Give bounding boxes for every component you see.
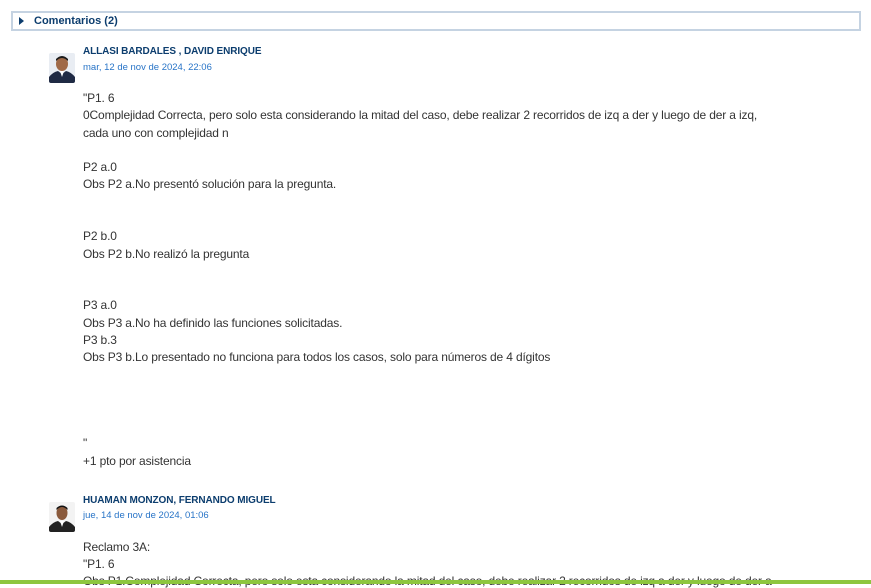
comment-text-line: Obs P2 a.No presentó solución para la pr…: [83, 177, 337, 191]
comment-text-line: Reclamo 3A:: [83, 540, 151, 554]
comment-text-line: "P1. 6: [83, 557, 115, 571]
comment-text-line: P3 a.0: [83, 298, 117, 312]
user-avatar-icon[interactable]: [49, 53, 75, 83]
caret-right-icon: [19, 17, 24, 25]
comment-text-line: cada uno con complejidad n: [83, 126, 229, 140]
user-avatar-icon[interactable]: [49, 502, 75, 532]
comment-text-line: P2 a.0: [83, 160, 117, 174]
comment-text-line: Obs P3 b.Lo presentado no funciona para …: [83, 350, 551, 364]
comment-text-line: Obs P2 b.No realizó la pregunta: [83, 247, 250, 261]
comment-author: HUAMAN MONZON, FERNANDO MIGUEL: [83, 495, 276, 506]
comment-text-line: P3 b.3: [83, 333, 117, 347]
comment-text-line: +1 pto por asistencia: [83, 454, 191, 468]
comment-date-link[interactable]: jue, 14 de nov de 2024, 01:06: [83, 510, 209, 521]
comments-section-toggle[interactable]: Comentarios (2): [11, 11, 861, 31]
comment-text-line: 0Complejidad Correcta, pero solo esta co…: [83, 108, 758, 122]
comment-text-line: P2 b.0: [83, 229, 117, 243]
comment-author: ALLASI BARDALES , DAVID ENRIQUE: [83, 46, 262, 57]
comment-text-line: ": [83, 436, 88, 450]
comments-section-title: Comentarios (2): [34, 15, 118, 27]
comment-date-link[interactable]: mar, 12 de nov de 2024, 22:06: [83, 62, 212, 73]
comment-text-line: "P1. 6: [83, 91, 115, 105]
comment-text-line: Obs P3 a.No ha definido las funciones so…: [83, 316, 343, 330]
bottom-accent-bar: [0, 580, 871, 584]
